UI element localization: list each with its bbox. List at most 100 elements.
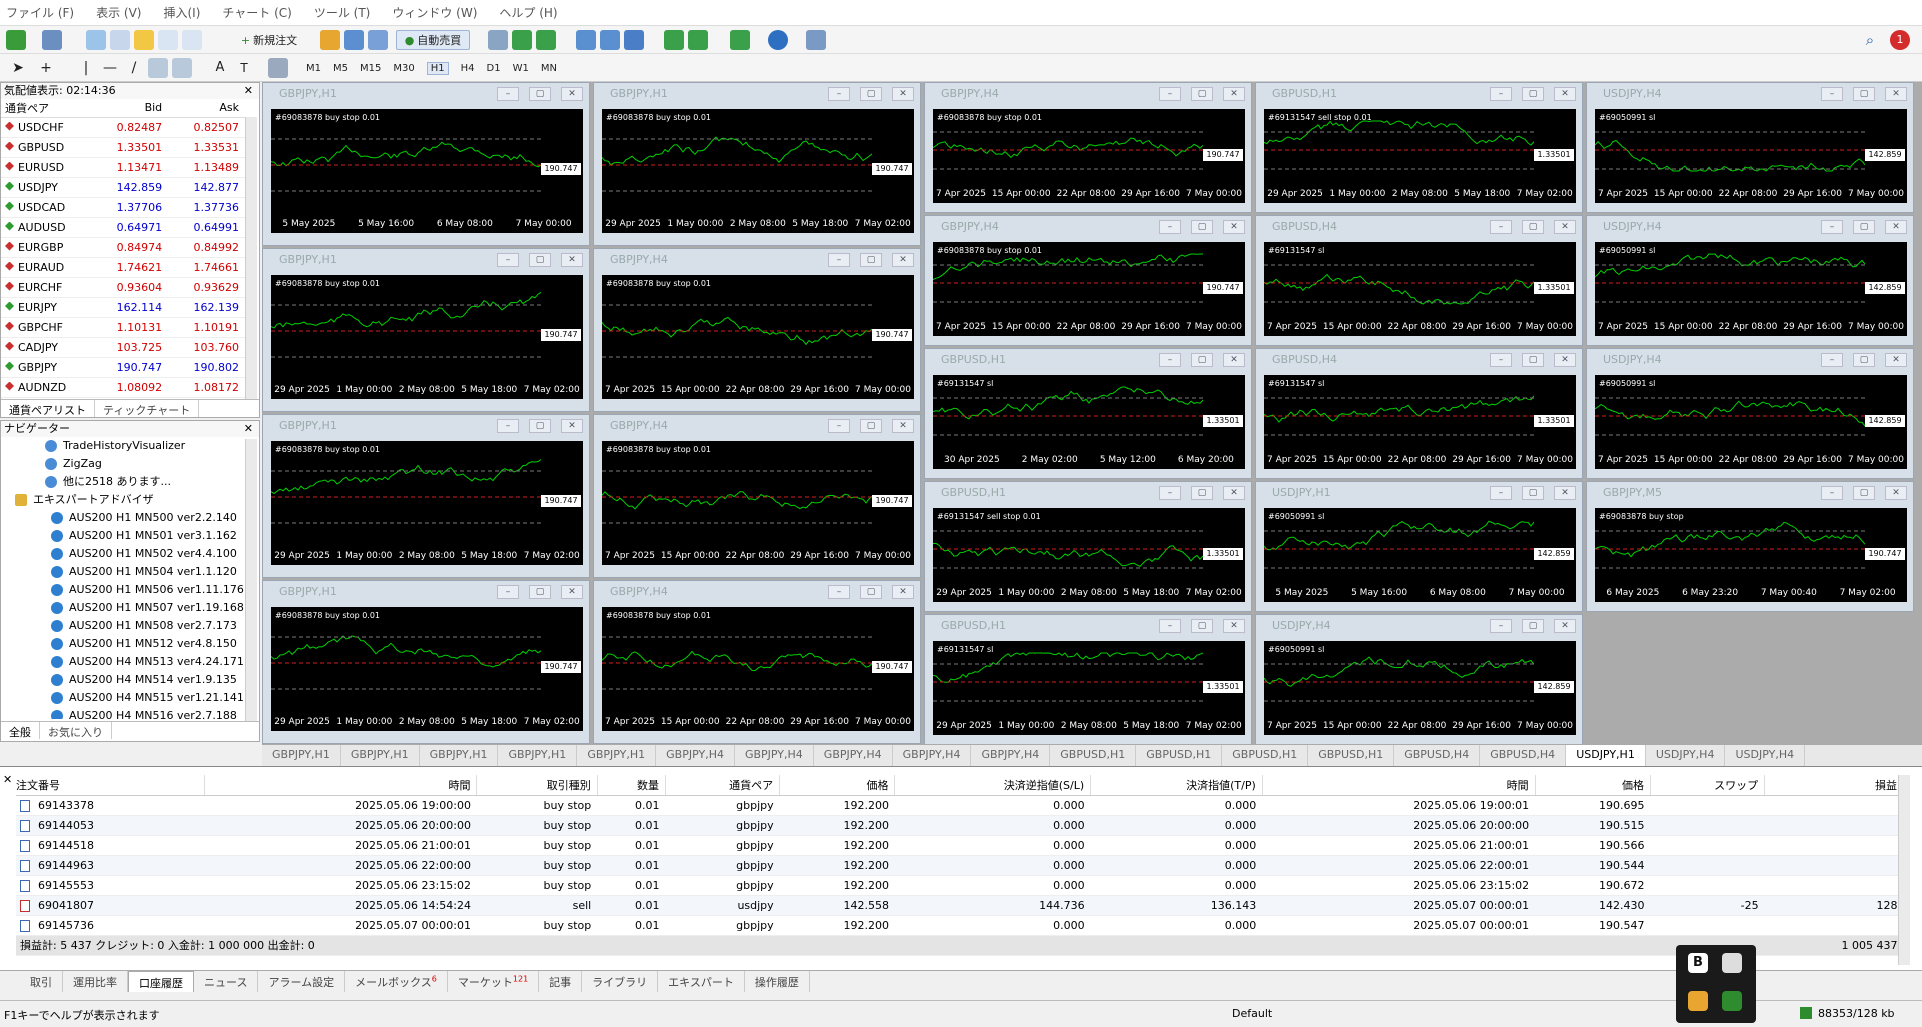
market-watch-row[interactable]: USDJPY 142.859 142.877	[1, 177, 245, 198]
close-button[interactable]: ✕	[561, 87, 583, 101]
price-chart[interactable]: #69083878 buy stop 0.01 190.747 5 May 2025…	[271, 109, 583, 233]
navigator-item[interactable]: AUS200 H4 MN515 ver1.21.141	[15, 689, 259, 707]
price-chart[interactable]: #69050991 sl 142.859 7 Apr 2025 15 Apr 00:0…	[1264, 641, 1576, 735]
column-header[interactable]: 時間	[1262, 775, 1536, 796]
maximize-button[interactable]: ▢	[860, 87, 882, 101]
price-chart[interactable]: #69131547 sl 1.33501 7 Apr 2025 15 Apr 00:0…	[1264, 242, 1576, 336]
chart-window[interactable]: GBPUSD,H1 – ▢ ✕ #69131547 sl 1.33501 30 Apr 20…	[924, 348, 1252, 479]
order-row[interactable]: 69144518 2025.05.06 21:00:01 buy stop 0.01 g…	[16, 835, 1904, 856]
terminal-tab[interactable]: 運用比率	[63, 971, 128, 992]
navigator-item[interactable]: AUS200 H1 MN512 ver4.8.150	[15, 635, 259, 653]
arrows-icon[interactable]	[268, 58, 288, 78]
navigator-item[interactable]: AUS200 H1 MN507 ver1.19.168	[15, 599, 259, 617]
market-watch-row[interactable]: EURCHF 0.93604 0.93629	[1, 277, 245, 298]
close-button[interactable]: ✕	[1554, 619, 1576, 633]
chart-window[interactable]: GBPUSD,H4 – ▢ ✕ #69131547 sl 1.33501 7 Apr 202…	[1255, 348, 1583, 479]
menu-item[interactable]: ヘルプ (H)	[499, 4, 557, 21]
price-chart[interactable]: #69083878 buy stop 0.01 190.747 29 Apr 202…	[271, 607, 583, 731]
price-chart[interactable]: #69083878 buy stop 0.01 190.747 29 Apr 202…	[271, 441, 583, 565]
chart-window[interactable]: GBPJPY,H1 – ▢ ✕ #69083878 buy stop 0.01 190.7…	[262, 414, 590, 578]
order-row[interactable]: 69144053 2025.05.06 20:00:00 buy stop 0.01 g…	[16, 815, 1904, 836]
column-header[interactable]: 注文番号	[16, 775, 205, 796]
market-watch-row[interactable]: GBPUSD 1.33501 1.33531	[1, 137, 245, 158]
controller-icon[interactable]	[1722, 953, 1742, 973]
close-button[interactable]: ✕	[561, 585, 583, 599]
menu-item[interactable]: 挿入(I)	[163, 4, 200, 21]
chart-tab[interactable]: GBPJPY,H4	[735, 745, 814, 766]
tab-market-watch[interactable]: ティックチャート	[95, 400, 200, 417]
minimize-button[interactable]: –	[497, 585, 519, 599]
order-row[interactable]: 69145553 2025.05.06 23:15:02 buy stop 0.01 g…	[16, 875, 1904, 896]
column-header[interactable]: 取引種別	[476, 775, 598, 796]
timeframe-button[interactable]: M15	[360, 63, 381, 74]
new-chart-icon[interactable]	[6, 30, 26, 50]
minimize-button[interactable]: –	[828, 253, 850, 267]
price-chart[interactable]: #69131547 sl 1.33501 7 Apr 2025 15 Apr 00:0…	[1264, 375, 1576, 469]
price-chart[interactable]: #69050991 sl 142.859 7 Apr 2025 15 Apr 00:0…	[1595, 242, 1907, 336]
market-watch-row[interactable]: AUDNZD 1.08092 1.08172	[1, 377, 245, 398]
templates-icon[interactable]	[806, 30, 826, 50]
maximize-button[interactable]: ▢	[1191, 486, 1213, 500]
chart-tab[interactable]: GBPUSD,H1	[1050, 745, 1137, 766]
navigator-icon[interactable]	[134, 30, 154, 50]
minimize-button[interactable]: –	[1159, 220, 1181, 234]
community-icon[interactable]	[368, 30, 388, 50]
column-header[interactable]: 損益	[1764, 775, 1904, 796]
column-header[interactable]: スワップ	[1650, 775, 1766, 796]
vertical-line-icon[interactable]: |	[76, 58, 96, 78]
close-button[interactable]: ✕	[1554, 220, 1576, 234]
folder-icon[interactable]	[1688, 991, 1708, 1011]
price-chart[interactable]: #69083878 buy stop 0.01 190.747 29 Apr 202…	[602, 109, 914, 233]
navigator-item[interactable]: AUS200 H4 MN513 ver4.24.171	[15, 653, 259, 671]
navigator-item[interactable]: AUS200 H1 MN502 ver4.4.100	[15, 545, 259, 563]
minimize-button[interactable]: –	[1490, 87, 1512, 101]
price-chart[interactable]: #69083878 buy stop 0.01 190.747 7 Apr 2025…	[933, 242, 1245, 336]
close-icon[interactable]: ✕	[244, 83, 259, 99]
price-chart[interactable]: #69050991 sl 142.859 7 Apr 2025 15 Apr 00:0…	[1595, 109, 1907, 203]
close-button[interactable]: ✕	[1223, 353, 1245, 367]
chart-window[interactable]: GBPJPY,M5 – ▢ ✕ #69083878 buy stop 190.747 6 M…	[1586, 481, 1914, 612]
maximize-button[interactable]: ▢	[1522, 619, 1544, 633]
profiles-icon[interactable]	[42, 30, 62, 50]
line-chart-icon[interactable]	[536, 30, 556, 50]
market-watch-scrollbar[interactable]	[245, 117, 257, 399]
close-button[interactable]: ✕	[1554, 353, 1576, 367]
maximize-button[interactable]: ▢	[1853, 353, 1875, 367]
price-chart[interactable]: #69131547 sl 1.33501 30 Apr 2025 2 May 02:0…	[933, 375, 1245, 469]
tile-windows-icon[interactable]	[624, 30, 644, 50]
chart-tab[interactable]: GBPUSD,H4	[1480, 745, 1567, 766]
chart-window[interactable]: GBPUSD,H1 – ▢ ✕ #69131547 sell stop 0.01 1.33…	[1255, 82, 1583, 213]
tab-navigator[interactable]: お気に入り	[40, 722, 112, 739]
market-watch-row[interactable]: EURGBP 0.84974 0.84992	[1, 237, 245, 258]
maximize-button[interactable]: ▢	[1522, 486, 1544, 500]
close-button[interactable]: ✕	[892, 585, 914, 599]
timeframe-button[interactable]: H1	[426, 61, 449, 75]
column-header[interactable]: 決済逆指値(S/L)	[894, 775, 1092, 796]
menu-item[interactable]: ツール (T)	[314, 4, 371, 21]
timeframe-button[interactable]: M1	[306, 63, 321, 74]
navigator-item[interactable]: TradeHistoryVisualizer	[15, 437, 259, 455]
bid-header[interactable]: Bid	[91, 99, 169, 118]
price-chart[interactable]: #69050991 sl 142.859 5 May 2025 5 May 16:00…	[1264, 508, 1576, 602]
terminal-tab[interactable]: 操作履歴	[745, 971, 810, 992]
market-watch-row[interactable]: AUDUSD 0.64971 0.64991	[1, 217, 245, 238]
close-button[interactable]: ✕	[892, 419, 914, 433]
close-button[interactable]: ✕	[1223, 486, 1245, 500]
navigator-item[interactable]: エキスパートアドバイザ	[15, 491, 259, 509]
chart-tab[interactable]: USDJPY,H1	[1566, 745, 1646, 766]
device-icon[interactable]	[1722, 991, 1742, 1011]
chart-window[interactable]: GBPUSD,H1 – ▢ ✕ #69131547 sell stop 0.01 1.33…	[924, 481, 1252, 612]
close-button[interactable]: ✕	[561, 419, 583, 433]
terminal-tab[interactable]: メールボックス6	[345, 971, 448, 992]
chart-window[interactable]: USDJPY,H4 – ▢ ✕ #69050991 sl 142.859 7 Apr 202…	[1586, 82, 1914, 213]
maximize-button[interactable]: ▢	[1191, 619, 1213, 633]
maximize-button[interactable]: ▢	[1853, 486, 1875, 500]
minimize-button[interactable]: –	[1159, 353, 1181, 367]
candlestick-icon[interactable]	[512, 30, 532, 50]
terminal-tab[interactable]: マーケット121	[448, 971, 540, 992]
minimize-button[interactable]: –	[1159, 619, 1181, 633]
maximize-button[interactable]: ▢	[529, 87, 551, 101]
symbol-header[interactable]: 通貨ペア	[1, 99, 92, 118]
chart-tab[interactable]: GBPUSD,H1	[1308, 745, 1395, 766]
maximize-button[interactable]: ▢	[860, 253, 882, 267]
